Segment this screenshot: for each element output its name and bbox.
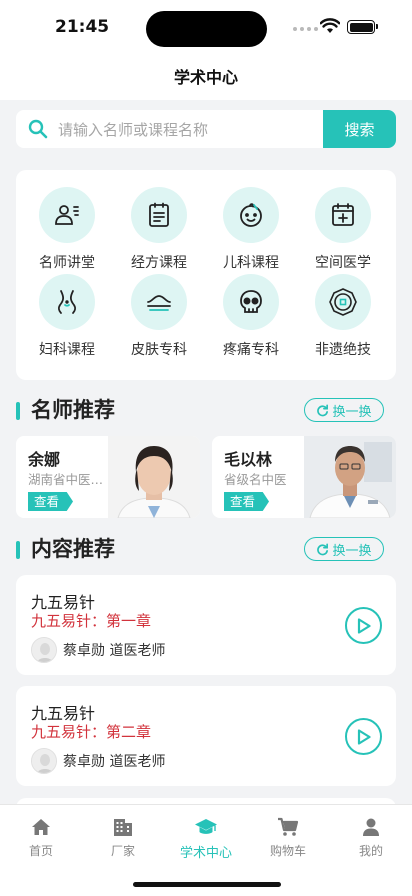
female-body-icon xyxy=(58,290,76,314)
teacher-org: 湖南省中医… xyxy=(28,472,104,487)
category-label: 经方课程 xyxy=(131,255,187,271)
play-button[interactable] xyxy=(345,718,382,755)
teacher-org: 省级名中医 xyxy=(224,472,287,487)
tab-home[interactable]: 首页 xyxy=(0,815,82,859)
view-button[interactable]: 查看 xyxy=(28,492,74,511)
category-item-heritage[interactable]: 非遗绝技 xyxy=(297,274,389,359)
page-title: 学术中心 xyxy=(173,68,238,87)
tab-cart[interactable]: 购物车 xyxy=(247,815,329,859)
search-input[interactable]: 请输入名师或课程名称 xyxy=(16,110,323,148)
status-bar: 21:45 xyxy=(0,0,412,56)
category-item-dermatology[interactable]: 皮肤专科 xyxy=(113,274,205,359)
nav-bar: 学术中心 xyxy=(0,56,412,100)
content-card[interactable]: 九五易针 九五易针：第二章 蔡卓勋 道医老师 xyxy=(16,686,396,786)
avatar xyxy=(31,748,57,774)
baby-icon xyxy=(240,203,262,227)
tab-mine[interactable]: 我的 xyxy=(330,815,412,859)
section-header-content: 内容推荐 换一换 xyxy=(16,534,396,564)
skin-icon xyxy=(147,295,171,311)
search-placeholder: 请输入名师或课程名称 xyxy=(58,120,209,139)
teacher-name: 毛以林 xyxy=(224,450,273,469)
category-item-classic-course[interactable]: 经方课程 xyxy=(113,187,205,272)
status-time: 21:45 xyxy=(55,17,110,37)
document-icon xyxy=(149,202,169,227)
teacher-card[interactable]: 余娜 湖南省中医… 查看 xyxy=(16,436,200,518)
content-author: 蔡卓勋 道医老师 xyxy=(31,748,165,774)
category-item-space-medicine[interactable]: 空间医学 xyxy=(297,187,389,272)
swap-teachers-button[interactable]: 换一换 xyxy=(304,398,384,422)
content-subtitle: 九五易针：第一章 xyxy=(31,612,152,630)
swap-content-button[interactable]: 换一换 xyxy=(304,537,384,561)
category-label: 疼痛专科 xyxy=(223,342,279,358)
search-button[interactable]: 搜索 xyxy=(323,110,396,148)
content-subtitle: 九五易针：第二章 xyxy=(31,723,152,741)
category-item-pediatrics[interactable]: 儿科课程 xyxy=(205,187,297,272)
dynamic-island xyxy=(146,11,267,47)
category-label: 非遗绝技 xyxy=(315,342,371,358)
cart-icon xyxy=(278,817,299,836)
content-author: 蔡卓勋 道医老师 xyxy=(31,637,165,663)
refresh-icon xyxy=(317,543,329,555)
tab-manufacturer[interactable]: 厂家 xyxy=(82,815,164,859)
category-item-pain[interactable]: 疼痛专科 xyxy=(205,274,297,359)
tab-academic-center[interactable]: 学术中心 xyxy=(165,815,247,861)
category-label: 皮肤专科 xyxy=(131,342,187,358)
skull-icon xyxy=(240,290,262,313)
category-grid: 名师讲堂 经方课程 儿科课程 空间医学 妇科课程 皮肤专科 疼痛专科 非遗绝技 xyxy=(16,170,396,380)
wifi-icon xyxy=(320,18,340,33)
teacher-photo xyxy=(304,436,396,518)
teacher-photo xyxy=(108,436,200,518)
home-indicator xyxy=(133,882,281,887)
graduation-cap-icon xyxy=(195,819,217,834)
content-card[interactable]: 九五易针 九五易针：第一章 蔡卓勋 道医老师 xyxy=(16,575,396,675)
play-icon xyxy=(357,617,371,634)
category-label: 空间医学 xyxy=(315,255,371,271)
teacher-icon xyxy=(55,205,79,225)
category-item-gynecology[interactable]: 妇科课程 xyxy=(21,274,113,359)
view-button[interactable]: 查看 xyxy=(224,492,270,511)
signal-icon xyxy=(293,27,318,31)
avatar xyxy=(31,637,57,663)
teacher-card[interactable]: 毛以林 省级名中医 查看 xyxy=(212,436,396,518)
play-button[interactable] xyxy=(345,607,382,644)
teacher-name: 余娜 xyxy=(28,450,61,469)
search-icon xyxy=(28,119,48,139)
section-title: 名师推荐 xyxy=(31,398,115,422)
refresh-icon xyxy=(317,404,329,416)
person-icon xyxy=(363,818,379,836)
medical-calendar-icon xyxy=(332,203,354,226)
building-icon xyxy=(114,819,132,836)
home-icon xyxy=(32,819,50,835)
category-label: 名师讲堂 xyxy=(39,255,95,271)
category-label: 妇科课程 xyxy=(39,342,95,358)
play-icon xyxy=(357,728,371,745)
battery-icon xyxy=(347,20,378,34)
coin-icon xyxy=(329,288,357,316)
category-label: 儿科课程 xyxy=(223,255,279,271)
search-bar: 请输入名师或课程名称 搜索 xyxy=(16,110,396,148)
section-title: 内容推荐 xyxy=(31,537,115,561)
section-header-teachers: 名师推荐 换一换 xyxy=(16,395,396,425)
category-item-teacher[interactable]: 名师讲堂 xyxy=(21,187,113,272)
